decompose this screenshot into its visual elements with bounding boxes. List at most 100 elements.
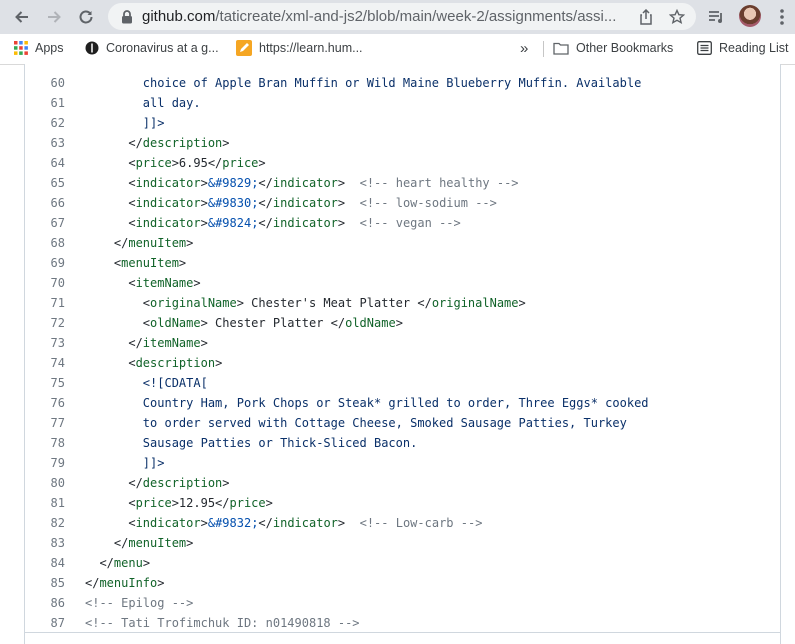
code-token: menuItem (128, 236, 187, 250)
bookmark-learn[interactable]: https://learn.hum... (236, 34, 363, 62)
share-icon[interactable] (637, 8, 655, 26)
code-token: <!-- Epilog --> (85, 596, 194, 610)
code-token: indicator (272, 216, 338, 230)
code-text: ]]> (85, 113, 165, 133)
line-number[interactable]: 73 (24, 333, 65, 353)
line-number[interactable]: 75 (24, 373, 65, 393)
star-icon[interactable] (668, 8, 686, 26)
code-token: </ (85, 576, 100, 590)
code-text: <![CDATA[ (85, 373, 208, 393)
code-token: </ (85, 536, 129, 550)
code-token: </ (85, 336, 143, 350)
avatar[interactable] (739, 5, 761, 27)
code-text: <description> (85, 353, 222, 373)
line-number[interactable]: 64 (24, 153, 65, 173)
code-token: Sausage Patties or Thick-Sliced Bacon. (85, 436, 418, 450)
apps-grid-icon (14, 41, 28, 55)
line-number[interactable]: 82 (24, 513, 65, 533)
code-token: price (229, 496, 266, 510)
code-token: <!-- heart healthy --> (359, 176, 519, 190)
address-bar[interactable]: github.com/taticreate/xml-and-js2/blob/m… (108, 3, 696, 30)
line-number[interactable]: 66 (24, 193, 65, 213)
lock-icon[interactable] (118, 8, 136, 26)
code-token: >12.95</ (171, 496, 230, 510)
bookmark-apps[interactable]: Apps (14, 34, 64, 62)
line-number[interactable]: 72 (24, 313, 65, 333)
code-token: >6.95</ (171, 156, 223, 170)
line-number[interactable]: 81 (24, 493, 65, 513)
code-token: oldName (150, 316, 201, 330)
line-number[interactable]: 83 (24, 533, 65, 553)
code-token: > (337, 196, 360, 210)
other-bookmarks[interactable]: Other Bookmarks (553, 34, 673, 62)
code-token: > (337, 516, 360, 530)
code-token: description (135, 356, 216, 370)
line-number[interactable]: 71 (24, 293, 65, 313)
code-token: price (135, 156, 172, 170)
line-number[interactable]: 74 (24, 353, 65, 373)
code-text: </menuInfo> (85, 573, 164, 593)
code-token: <!-- Tati Trofimchuk ID: n01490818 --> (85, 616, 360, 630)
line-number[interactable]: 60 (24, 73, 65, 93)
code-token: &#9824; (207, 216, 259, 230)
code-text: <!-- Epilog --> (85, 593, 193, 613)
line-number[interactable]: 76 (24, 393, 65, 413)
reading-list-icon[interactable] (705, 5, 729, 29)
code-token: indicator (272, 516, 338, 530)
line-number[interactable]: 69 (24, 253, 65, 273)
line-number[interactable]: 78 (24, 433, 65, 453)
code-text: </menu> (85, 553, 150, 573)
code-token: < (85, 516, 136, 530)
code-token: </ (85, 236, 129, 250)
line-number[interactable]: 80 (24, 473, 65, 493)
line-number[interactable]: 77 (24, 413, 65, 433)
code-text: <menuItem> (85, 253, 186, 273)
code-token: > (337, 216, 360, 230)
line-number[interactable]: 61 (24, 93, 65, 113)
line-number[interactable]: 85 (24, 573, 65, 593)
code-token: choice of Apple Bran Muffin or Wild Main… (85, 76, 642, 90)
line-number[interactable]: 86 (24, 593, 65, 613)
line-number[interactable]: 67 (24, 213, 65, 233)
line-number[interactable]: 63 (24, 133, 65, 153)
code-text: <indicator>&#9830;</indicator> <!-- low-… (85, 193, 497, 213)
line-number[interactable]: 87 (24, 613, 65, 633)
url-text[interactable]: github.com/taticreate/xml-and-js2/blob/m… (142, 3, 632, 30)
code-token: > (200, 336, 208, 350)
code-text: </description> (85, 473, 229, 493)
code-token: </ (85, 476, 143, 490)
code-token: indicator (135, 216, 201, 230)
code-token: < (85, 276, 136, 290)
code-token: > (265, 496, 273, 510)
reading-list-icon (697, 41, 712, 55)
code-token: &#9832; (207, 516, 259, 530)
kebab-menu-icon[interactable] (770, 5, 794, 29)
forward-icon[interactable] (42, 5, 66, 29)
code-token: > (178, 256, 187, 270)
code-text: <oldName> Chester Platter </oldName> (85, 313, 403, 333)
code-token: <!-- Low-carb --> (359, 516, 483, 530)
code-text: <indicator>&#9832;</indicator> <!-- Low-… (85, 513, 482, 533)
code-text: choice of Apple Bran Muffin or Wild Main… (85, 73, 642, 93)
line-number[interactable]: 65 (24, 173, 65, 193)
code-token: < (85, 196, 136, 210)
url-path: /taticreate/xml-and-js2/blob/main/week-2… (215, 8, 617, 25)
line-number[interactable]: 68 (24, 233, 65, 253)
code-token: > Chester Platter </ (200, 316, 346, 330)
line-number[interactable]: 70 (24, 273, 65, 293)
code-token: < (85, 316, 151, 330)
reload-icon[interactable] (74, 5, 98, 29)
code-token: > (200, 516, 208, 530)
line-number[interactable]: 84 (24, 553, 65, 573)
line-number[interactable]: 79 (24, 453, 65, 473)
reading-list[interactable]: Reading List (697, 34, 789, 62)
back-icon[interactable] (10, 5, 34, 29)
code-text: </itemName> (85, 333, 208, 353)
code-token: < (85, 256, 122, 270)
line-number[interactable]: 62 (24, 113, 65, 133)
code-token: < (85, 296, 151, 310)
bookmarks-overflow-button[interactable]: » (520, 34, 528, 62)
reading-list-label: Reading List (719, 41, 789, 55)
bookmark-coronavirus[interactable]: Coronavirus at a g... (85, 34, 219, 62)
code-text: <price>6.95</price> (85, 153, 265, 173)
